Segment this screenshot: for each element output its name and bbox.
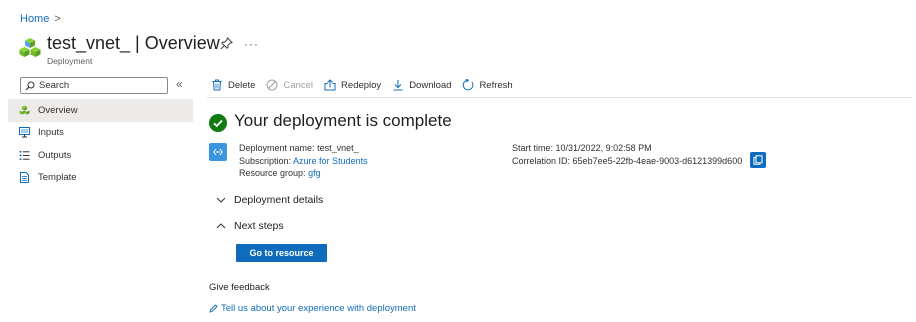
deployment-name-row: Deployment name: test_vnet_ (239, 142, 368, 155)
deployment-details-toggle[interactable]: Deployment details (216, 194, 323, 206)
feedback-link-label: Tell us about your experience with deplo… (221, 303, 416, 314)
more-options-icon[interactable]: ··· (244, 37, 259, 51)
search-input[interactable] (39, 80, 159, 91)
resource-group-row: Resource group: gfg (239, 167, 368, 180)
sidebar-nav: Overview Inputs Outputs Template (8, 99, 193, 189)
trash-icon (212, 79, 222, 91)
feedback-icon (209, 304, 218, 313)
feedback-link[interactable]: Tell us about your experience with deplo… (209, 303, 416, 314)
toolbar-divider (207, 97, 912, 98)
sidebar-item-template[interactable]: Template (8, 167, 193, 190)
give-feedback-heading: Give feedback (209, 282, 270, 293)
refresh-icon (463, 79, 474, 91)
correlation-id-row: Correlation ID: 65eb7ee5-22fb-4eae-9003-… (512, 155, 742, 168)
chevron-up-icon (216, 223, 226, 229)
page-title: test_vnet_ | Overview (47, 33, 220, 53)
page-subtitle: Deployment (47, 56, 93, 66)
success-check-icon (209, 114, 227, 132)
cancel-button[interactable]: Cancel (266, 79, 313, 91)
deployment-cubes-icon (19, 38, 41, 57)
search-icon (25, 81, 35, 90)
redeploy-button[interactable]: Redeploy (324, 79, 381, 91)
chevron-down-icon (216, 197, 226, 203)
correlation-id-label: Correlation ID: (512, 155, 571, 166)
collapse-sidebar-icon[interactable]: « (176, 77, 183, 91)
sidebar-item-label: Template (38, 172, 77, 184)
download-button[interactable]: Download (392, 79, 451, 91)
refresh-button[interactable]: Refresh (462, 79, 513, 91)
delete-button[interactable]: Delete (211, 79, 255, 91)
outputs-icon (19, 150, 30, 160)
deployment-info-left: Deployment name: test_vnet_ Subscription… (239, 142, 368, 180)
deployment-name-label: Deployment name: (239, 143, 315, 153)
pin-icon[interactable] (220, 37, 233, 50)
breadcrumb-home-link[interactable]: Home (20, 13, 49, 25)
next-steps-label: Next steps (234, 220, 284, 232)
resource-group-label: Resource group: (239, 168, 306, 178)
deployment-info-right: Start time: 10/31/2022, 9:02:58 PM Corre… (512, 142, 742, 167)
cancel-label: Cancel (283, 79, 314, 91)
cancel-icon (266, 79, 278, 91)
deployment-name-value: test_vnet_ (317, 143, 359, 153)
sidebar-item-overview[interactable]: Overview (8, 99, 193, 122)
delete-label: Delete (228, 79, 256, 91)
deployment-details-label: Deployment details (234, 194, 324, 206)
breadcrumb-separator: > (54, 13, 61, 25)
download-icon (393, 80, 403, 91)
sidebar-item-label: Inputs (38, 127, 64, 139)
redeploy-label: Redeploy (341, 79, 382, 91)
search-box[interactable] (20, 77, 168, 94)
breadcrumb: Home > (20, 13, 61, 25)
upload-icon (324, 79, 336, 91)
copy-icon (753, 155, 763, 165)
subscription-link[interactable]: Azure for Students (293, 156, 368, 166)
go-to-resource-button[interactable]: Go to resource (236, 244, 327, 262)
sidebar-item-label: Outputs (38, 149, 72, 161)
subscription-row: Subscription: Azure for Students (239, 155, 368, 168)
next-steps-toggle[interactable]: Next steps (216, 220, 284, 232)
refresh-label: Refresh (479, 79, 513, 91)
start-time-label: Start time: (512, 143, 554, 153)
copy-to-clipboard-button[interactable] (750, 152, 766, 168)
correlation-id-value: 65eb7ee5-22fb-4eae-9003-d6121399d600 (572, 155, 743, 166)
download-label: Download (409, 79, 452, 91)
resource-group-link[interactable]: gfg (308, 168, 321, 178)
start-time-value: 10/31/2022, 9:02:58 PM (555, 143, 652, 153)
deployment-icon (19, 105, 30, 115)
template-icon (20, 172, 29, 184)
subscription-label: Subscription: (239, 155, 292, 166)
sidebar-item-outputs[interactable]: Outputs (8, 144, 193, 167)
start-time-row: Start time: 10/31/2022, 9:02:58 PM (512, 142, 742, 155)
deployment-link-icon (209, 143, 227, 161)
deployment-status-title: Your deployment is complete (234, 111, 452, 130)
inputs-icon (19, 127, 30, 138)
command-bar: Delete Cancel Redeploy Download Refresh (211, 76, 524, 94)
sidebar-item-inputs[interactable]: Inputs (8, 122, 193, 145)
sidebar-item-label: Overview (38, 104, 78, 116)
